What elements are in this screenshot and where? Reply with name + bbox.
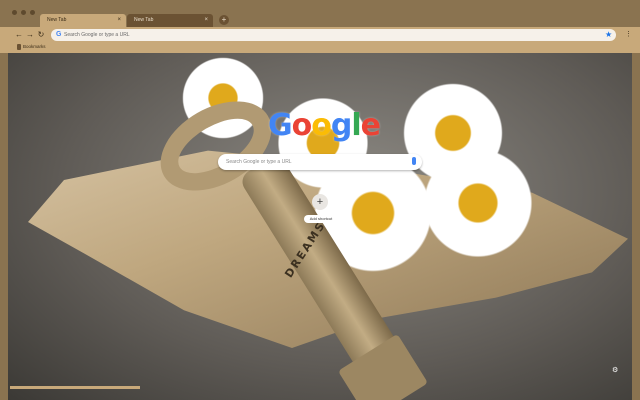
logo-letter: G [268, 108, 293, 143]
window-controls [12, 10, 35, 15]
gear-icon[interactable]: ⚙ [612, 367, 618, 375]
omnibox[interactable]: G Search Google or type a URL [51, 29, 616, 41]
search-input[interactable]: Search Google or type a URL [218, 154, 422, 170]
tab-strip: New Tab × New Tab × + [0, 0, 640, 27]
reload-icon[interactable]: ↻ [35, 28, 47, 42]
search-placeholder: Search Google or type a URL [226, 159, 292, 165]
logo-letter: g [330, 108, 353, 143]
add-shortcut-button[interactable]: + [312, 194, 328, 210]
close-icon[interactable]: × [117, 14, 121, 27]
logo-letter: o [311, 108, 332, 143]
omnibox-placeholder: Search Google or type a URL [64, 32, 130, 38]
tab-label: New Tab [134, 17, 154, 23]
status-bar [10, 386, 140, 389]
window-minimize-dot[interactable] [21, 10, 26, 15]
menu-icon[interactable]: ⋮ [625, 28, 632, 42]
tab-label: New Tab [47, 17, 67, 23]
close-icon[interactable]: × [204, 14, 208, 27]
bookmarks-label[interactable]: Bookmarks [23, 43, 46, 51]
logo-letter: o [291, 108, 313, 143]
logo-letter: e [360, 108, 381, 143]
tab-active[interactable]: New Tab × [40, 14, 126, 27]
new-tab-button[interactable]: + [219, 15, 229, 25]
window-maximize-dot[interactable] [30, 10, 35, 15]
star-icon[interactable]: ★ [605, 28, 612, 42]
logo-letter: l [351, 108, 361, 143]
add-shortcut-label[interactable]: Add shortcut [304, 215, 338, 223]
bookmarks-bar [0, 43, 640, 53]
new-tab-background: DREAMS [8, 53, 632, 400]
google-logo: G o o g l e [268, 108, 381, 143]
google-g-icon: G [56, 31, 62, 38]
tab-inactive[interactable]: New Tab × [127, 14, 213, 27]
window-close-dot[interactable] [12, 10, 17, 15]
mic-icon[interactable] [412, 157, 416, 165]
bookmark-folder-icon [17, 44, 21, 50]
daisy-flower [418, 143, 538, 263]
